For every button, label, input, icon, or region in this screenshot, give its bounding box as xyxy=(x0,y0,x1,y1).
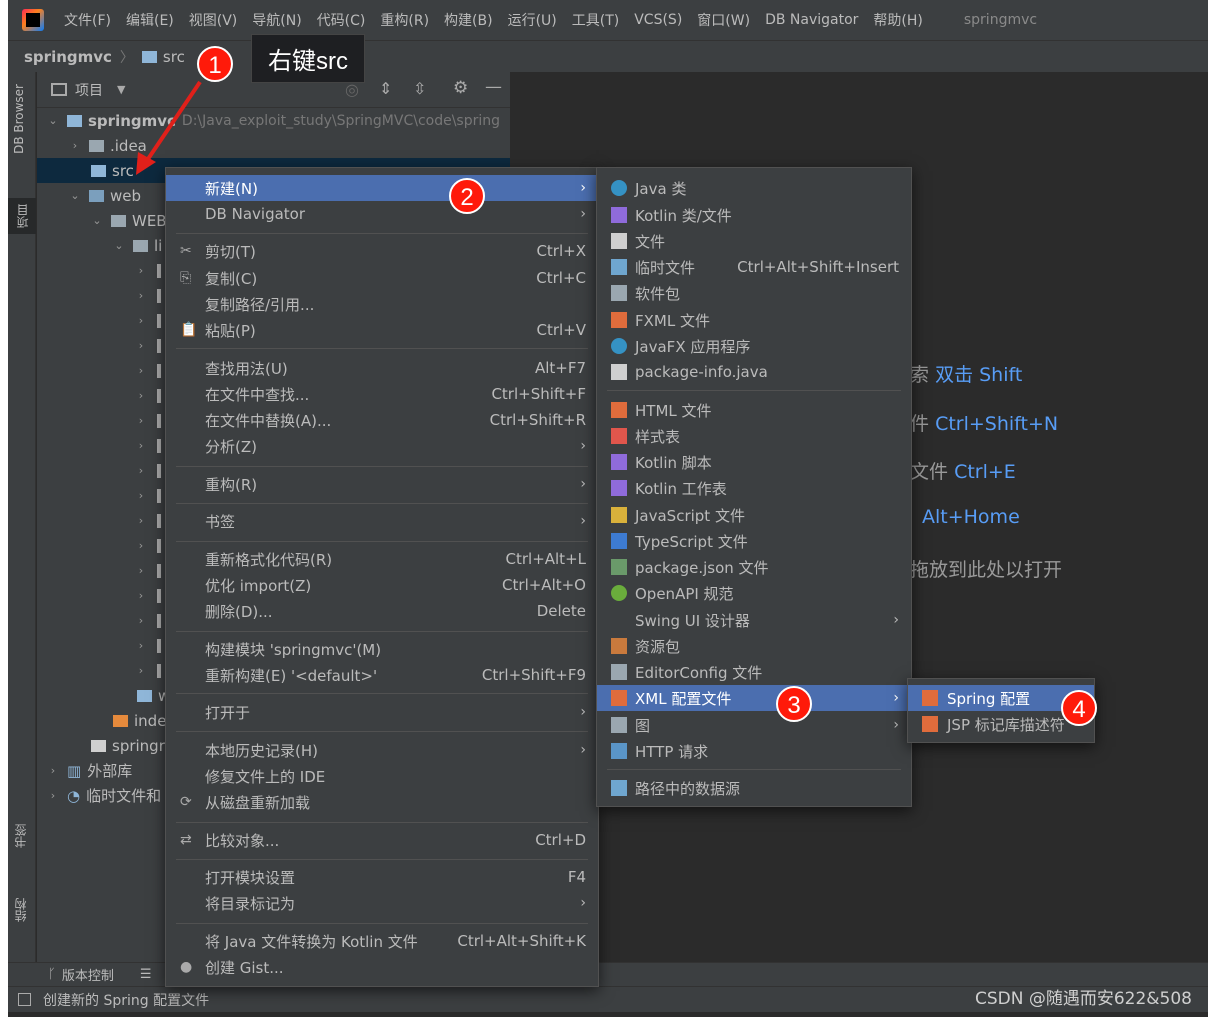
step-3-badge: 3 xyxy=(776,686,812,722)
arrow-line xyxy=(144,80,202,164)
step-2-badge: 2 xyxy=(449,178,485,214)
right-click-tooltip: 右键src xyxy=(251,34,365,83)
arrow-head xyxy=(136,152,156,175)
annotation-arrow xyxy=(136,80,202,175)
step-1-badge: 1 xyxy=(197,46,233,82)
step-4-badge: 4 xyxy=(1061,690,1097,726)
